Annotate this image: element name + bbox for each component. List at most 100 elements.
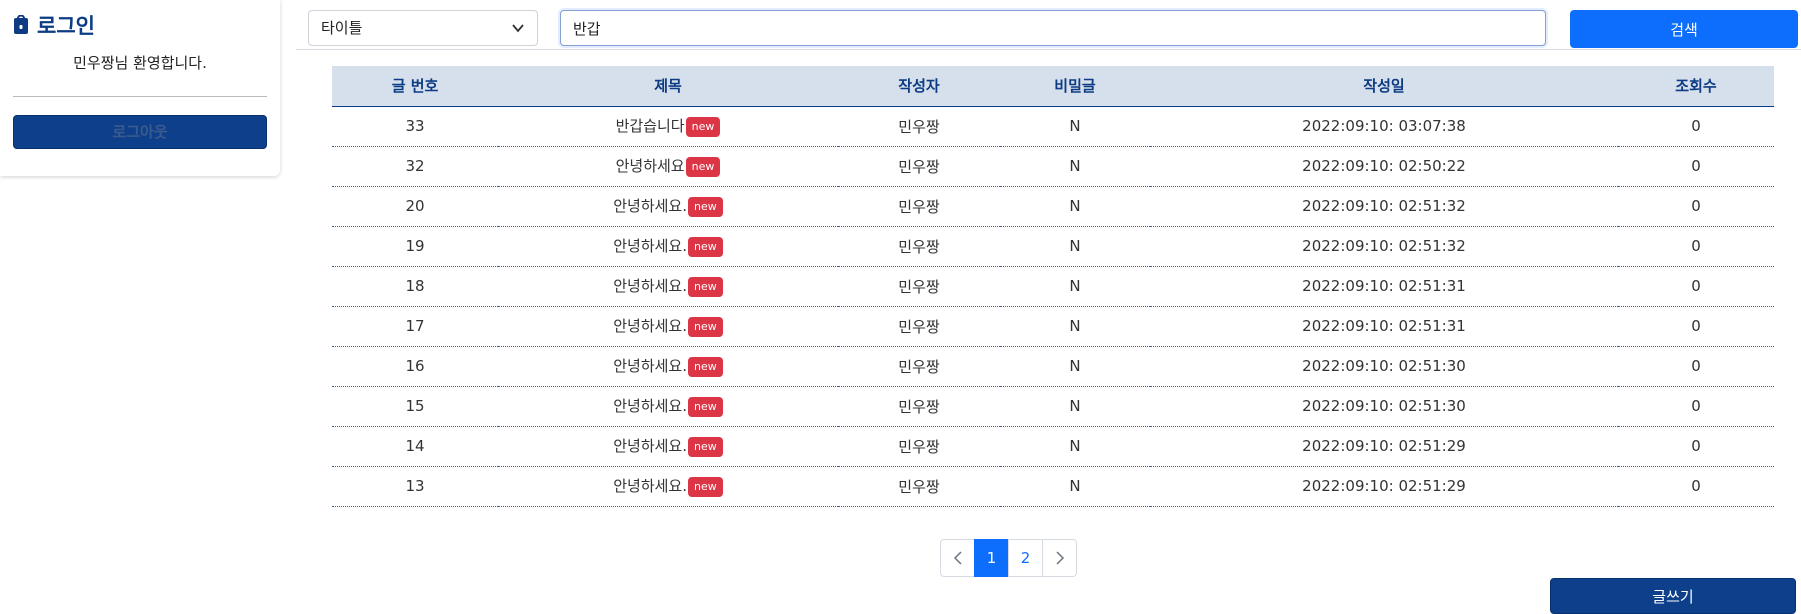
cell-date: 2022:09:10: 03:07:38 xyxy=(1150,106,1618,147)
post-title-link[interactable]: 안녕하세요. xyxy=(613,357,687,375)
header-title: 제목 xyxy=(498,66,838,107)
cell-title[interactable]: 반갑습니다 new xyxy=(498,106,838,147)
search-type-value: 타이틀 xyxy=(321,19,363,37)
new-badge: new xyxy=(688,316,723,337)
new-badge: new xyxy=(688,436,723,457)
post-title-link[interactable]: 안녕하세요. xyxy=(613,317,687,335)
cell-title[interactable]: 안녕하세요. new xyxy=(498,266,838,307)
cell-date: 2022:09:10: 02:51:32 xyxy=(1150,226,1618,267)
search-button[interactable]: 검색 xyxy=(1570,10,1798,48)
cell-no: 17 xyxy=(332,306,498,347)
login-card: 로그인 민우짱님 환영합니다. 로그아웃 xyxy=(0,0,280,176)
cell-no: 20 xyxy=(332,186,498,227)
cell-writer: 민우짱 xyxy=(838,466,1000,507)
cell-secret: N xyxy=(1000,106,1150,147)
cell-views: 0 xyxy=(1618,226,1774,267)
cell-no: 32 xyxy=(332,146,498,187)
post-title-link[interactable]: 안녕하세요. xyxy=(613,477,687,495)
cell-title[interactable]: 안녕하세요. new xyxy=(498,186,838,227)
post-title-link[interactable]: 안녕하세요 xyxy=(616,157,685,175)
cell-writer: 민우짱 xyxy=(838,226,1000,267)
post-title-link[interactable]: 안녕하세요. xyxy=(613,237,687,255)
cell-secret: N xyxy=(1000,346,1150,387)
new-badge: new xyxy=(685,116,721,137)
cell-title[interactable]: 안녕하세요. new xyxy=(498,226,838,267)
cell-title[interactable]: 안녕하세요. new xyxy=(498,386,838,427)
search-input[interactable] xyxy=(560,10,1546,46)
post-title-link[interactable]: 안녕하세요. xyxy=(613,437,687,455)
page-link-2[interactable]: 2 xyxy=(1008,539,1043,577)
table-row[interactable]: 32 안녕하세요 new 민우짱 N 2022:09:10: 02:50:22 0 xyxy=(332,146,1774,187)
pagination: 1 2 xyxy=(940,539,1077,577)
divider xyxy=(13,96,267,97)
cell-no: 19 xyxy=(332,226,498,267)
cell-no: 13 xyxy=(332,466,498,507)
chevron-down-icon xyxy=(512,24,524,33)
login-header: 로그인 xyxy=(13,12,267,38)
table-row[interactable]: 13 안녕하세요. new 민우짱 N 2022:09:10: 02:51:29 … xyxy=(332,466,1774,507)
search-type-select[interactable]: 타이틀 xyxy=(308,10,538,46)
cell-writer: 민우짱 xyxy=(838,346,1000,387)
header-secret: 비밀글 xyxy=(1000,66,1150,107)
cell-views: 0 xyxy=(1618,146,1774,187)
cell-title[interactable]: 안녕하세요 new xyxy=(498,146,838,187)
cell-no: 16 xyxy=(332,346,498,387)
cell-no: 33 xyxy=(332,106,498,147)
cell-secret: N xyxy=(1000,226,1150,267)
cell-secret: N xyxy=(1000,266,1150,307)
post-title-link[interactable]: 안녕하세요. xyxy=(613,277,687,295)
welcome-message: 민우짱님 환영합니다. xyxy=(73,54,207,72)
cell-date: 2022:09:10: 02:51:29 xyxy=(1150,466,1618,507)
cell-secret: N xyxy=(1000,306,1150,347)
write-post-button[interactable]: 글쓰기 xyxy=(1550,578,1796,614)
cell-date: 2022:09:10: 02:51:32 xyxy=(1150,186,1618,227)
cell-secret: N xyxy=(1000,426,1150,467)
cell-views: 0 xyxy=(1618,266,1774,307)
logout-button[interactable]: 로그아웃 xyxy=(13,115,267,149)
cell-writer: 민우짱 xyxy=(838,186,1000,227)
cell-title[interactable]: 안녕하세요. new xyxy=(498,466,838,507)
table-row[interactable]: 33 반갑습니다 new 민우짱 N 2022:09:10: 03:07:38 0 xyxy=(332,106,1774,147)
table-row[interactable]: 16 안녕하세요. new 민우짱 N 2022:09:10: 02:51:30 … xyxy=(332,346,1774,387)
cell-writer: 민우짱 xyxy=(838,306,1000,347)
cell-writer: 민우짱 xyxy=(838,146,1000,187)
cell-views: 0 xyxy=(1618,386,1774,427)
new-badge: new xyxy=(685,156,721,177)
page-prev-button[interactable] xyxy=(940,539,975,577)
new-badge: new xyxy=(688,276,723,297)
cell-title[interactable]: 안녕하세요. new xyxy=(498,346,838,387)
cell-no: 18 xyxy=(332,266,498,307)
page-next-button[interactable] xyxy=(1042,539,1077,577)
cell-title[interactable]: 안녕하세요. new xyxy=(498,426,838,467)
cell-secret: N xyxy=(1000,186,1150,227)
cell-title[interactable]: 안녕하세요. new xyxy=(498,306,838,347)
cell-secret: N xyxy=(1000,386,1150,427)
header-writer: 작성자 xyxy=(838,66,1000,107)
cell-date: 2022:09:10: 02:51:31 xyxy=(1150,306,1618,347)
table-row[interactable]: 15 안녕하세요. new 민우짱 N 2022:09:10: 02:51:30 … xyxy=(332,386,1774,427)
cell-writer: 민우짱 xyxy=(838,106,1000,147)
table-row[interactable]: 20 안녕하세요. new 민우짱 N 2022:09:10: 02:51:32 … xyxy=(332,186,1774,227)
new-badge: new xyxy=(688,196,723,217)
cell-views: 0 xyxy=(1618,346,1774,387)
cell-no: 14 xyxy=(332,426,498,467)
cell-secret: N xyxy=(1000,466,1150,507)
table-row[interactable]: 17 안녕하세요. new 민우짱 N 2022:09:10: 02:51:31 … xyxy=(332,306,1774,347)
post-title-link[interactable]: 반갑습니다 xyxy=(616,117,685,135)
cell-date: 2022:09:10: 02:50:22 xyxy=(1150,146,1618,187)
table-row[interactable]: 18 안녕하세요. new 민우짱 N 2022:09:10: 02:51:31 … xyxy=(332,266,1774,307)
post-title-link[interactable]: 안녕하세요. xyxy=(613,397,687,415)
table-row[interactable]: 19 안녕하세요. new 민우짱 N 2022:09:10: 02:51:32 … xyxy=(332,226,1774,267)
cell-views: 0 xyxy=(1618,306,1774,347)
cell-writer: 민우짱 xyxy=(838,426,1000,467)
header-no: 글 번호 xyxy=(332,66,498,107)
new-badge: new xyxy=(688,476,723,497)
post-title-link[interactable]: 안녕하세요. xyxy=(613,197,687,215)
cell-date: 2022:09:10: 02:51:30 xyxy=(1150,386,1618,427)
cell-views: 0 xyxy=(1618,466,1774,507)
cell-views: 0 xyxy=(1618,426,1774,467)
cell-views: 0 xyxy=(1618,186,1774,227)
table-header-row: 글 번호 제목 작성자 비밀글 작성일 조회수 xyxy=(332,66,1774,107)
page-link-1[interactable]: 1 xyxy=(974,539,1009,577)
table-row[interactable]: 14 안녕하세요. new 민우짱 N 2022:09:10: 02:51:29 … xyxy=(332,426,1774,467)
